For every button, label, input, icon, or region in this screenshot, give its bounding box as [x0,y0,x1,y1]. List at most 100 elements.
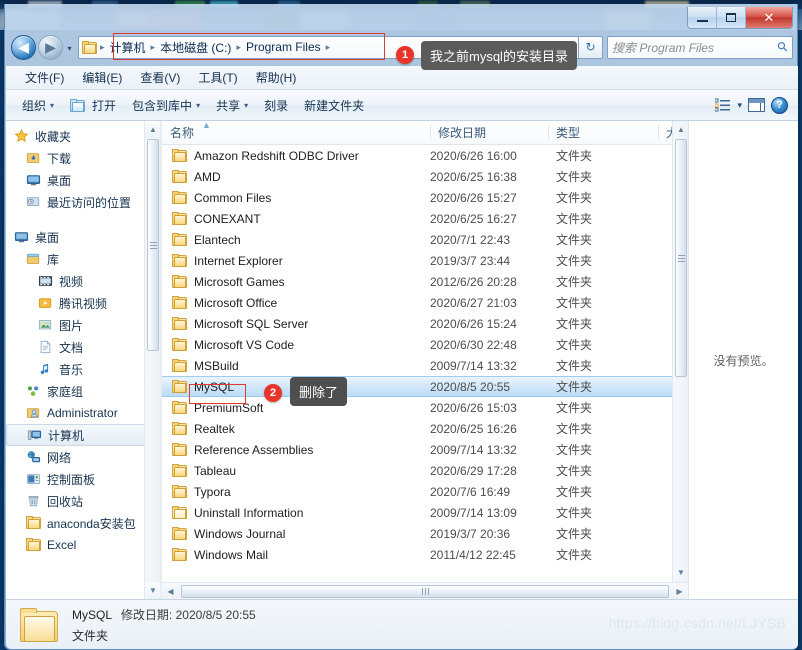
share-button[interactable]: 共享 ▾ [208,94,256,117]
sidebar-item-favorites[interactable]: 收藏夹 [6,125,160,147]
view-list-icon[interactable] [714,98,731,112]
open-button[interactable]: 打开 [62,94,124,117]
scrollbar-thumb[interactable] [675,139,687,377]
file-name: AMD [194,169,221,184]
details-type: 文件夹 [72,628,109,643]
table-row[interactable]: CONEXANT 2020/6/25 16:27 文件夹 [162,208,688,229]
column-header-date[interactable]: 修改日期 [430,121,548,144]
table-row[interactable]: Microsoft Games 2012/6/26 20:28 文件夹 [162,271,688,292]
file-type-cell: 文件夹 [556,191,593,205]
folder-icon [172,506,187,519]
table-row[interactable]: MSBuild 2009/7/14 13:32 文件夹 [162,355,688,376]
sidebar-item-recent-places[interactable]: 最近访问的位置 [6,191,160,213]
sidebar-item-recycle-bin[interactable]: 回收站 [6,490,160,512]
table-row[interactable]: Microsoft Office 2020/6/27 21:03 文件夹 [162,292,688,313]
refresh-button[interactable]: ↻ [579,35,603,59]
menu-item-tools[interactable]: 工具(T) [189,67,246,88]
sidebar-item-desktop[interactable]: 桌面 [6,169,160,191]
file-date-cell: 2020/6/29 17:28 [430,463,517,478]
sidebar-item-tencent-video[interactable]: 腾讯视频 [6,292,160,314]
table-row[interactable]: MySQL 2020/8/5 20:55 文件夹 [162,376,688,397]
table-row[interactable]: Elantech 2020/7/1 22:43 文件夹 [162,229,688,250]
sidebar-item-libraries[interactable]: 库 [6,248,160,270]
scroll-left-icon[interactable]: ◀ [162,583,179,600]
table-row[interactable]: Microsoft VS Code 2020/6/30 22:48 文件夹 [162,334,688,355]
scroll-down-icon[interactable]: ▼ [673,564,688,581]
preview-empty-text: 没有预览。 [713,353,774,368]
file-list-scrollbar[interactable]: ▲ ▼ [672,121,688,599]
sidebar-item-downloads[interactable]: 下载 [6,147,160,169]
column-header-type[interactable]: 类型 [548,121,658,144]
folder-icon [172,443,187,456]
sidebar-item-desktop-root[interactable]: 桌面 [6,226,160,248]
new-folder-button[interactable]: 新建文件夹 [296,94,372,117]
maximize-button[interactable] [717,7,746,28]
scroll-right-icon[interactable]: ▶ [671,583,688,600]
table-row[interactable]: Amazon Redshift ODBC Driver 2020/6/26 16:… [162,145,688,166]
table-row[interactable]: Common Files 2020/6/26 15:27 文件夹 [162,187,688,208]
sidebar-item-anaconda[interactable]: anaconda安装包 [6,512,160,534]
include-in-library-button[interactable]: 包含到库中 ▾ [124,94,208,117]
menu-item-file[interactable]: 文件(F) [16,67,73,88]
table-row[interactable]: Typora 2020/7/6 16:49 文件夹 [162,481,688,502]
breadcrumb-item-computer[interactable]: 计算机 [106,39,150,56]
breadcrumb-item-program-files[interactable]: Program Files [242,40,325,54]
menu-item-help[interactable]: 帮助(H) [247,67,306,88]
navigation-scrollbar[interactable]: ▲ ▼ [144,121,160,599]
sidebar-item-excel[interactable]: Excel [6,534,160,556]
sidebar-item-music[interactable]: 音乐 [6,358,160,380]
horizontal-scrollbar[interactable]: ◀ ▶ [162,582,688,599]
menu-item-view[interactable]: 查看(V) [131,67,189,88]
scrollbar-thumb[interactable] [147,139,159,351]
sidebar-item-documents[interactable]: 文档 [6,336,160,358]
minimize-button[interactable] [688,7,717,28]
table-row[interactable]: Windows Journal 2019/3/7 20:36 文件夹 [162,523,688,544]
breadcrumb-item-local-disk[interactable]: 本地磁盘 (C:) [156,39,235,56]
view-dropdown-icon[interactable]: ▾ [737,100,742,111]
organize-button[interactable]: 组织 ▾ [14,94,62,117]
scroll-up-icon[interactable]: ▲ [145,121,160,138]
table-row[interactable]: Tableau 2020/6/29 17:28 文件夹 [162,460,688,481]
breadcrumb-separator[interactable]: ▸ [325,42,332,53]
sidebar-item-network[interactable]: 网络 [6,446,160,468]
file-name-cell: Microsoft Games [162,275,430,289]
scrollbar-track[interactable] [179,584,671,599]
column-header-name[interactable]: ▲ 名称 [162,121,430,144]
recent-pages-button[interactable]: ▾ [63,42,76,53]
details-pane: MySQL 修改日期: 2020/8/5 20:55 文件夹 https://b… [6,599,798,649]
table-row[interactable]: Realtek 2020/6/25 16:26 文件夹 [162,418,688,439]
sidebar-item-control-panel[interactable]: 控制面板 [6,468,160,490]
table-row[interactable]: Windows Mail 2011/4/12 22:45 文件夹 [162,544,688,565]
table-row[interactable]: Reference Assemblies 2009/7/14 13:32 文件夹 [162,439,688,460]
file-name-cell: CONEXANT [162,212,430,226]
scroll-down-icon[interactable]: ▼ [145,582,160,599]
share-label: 共享 [216,98,241,113]
search-input[interactable]: 搜索 Program Files ⚲ [607,35,793,59]
sidebar-item-pictures[interactable]: 图片 [6,314,160,336]
sidebar-item-label: 视频 [59,274,84,289]
back-button[interactable]: ◀ [11,34,36,60]
file-name: Elantech [194,232,241,247]
sidebar-item-homegroup[interactable]: 家庭组 [6,380,160,402]
sidebar-item-computer[interactable]: 计算机 [6,424,158,446]
table-row[interactable]: Microsoft SQL Server 2020/6/26 15:24 文件夹 [162,313,688,334]
close-button[interactable]: ✕ [746,7,792,28]
table-row[interactable]: Uninstall Information 2009/7/14 13:09 文件夹 [162,502,688,523]
burn-button[interactable]: 刻录 [256,94,296,117]
scrollbar-thumb[interactable] [181,584,669,598]
table-row[interactable]: AMD 2020/6/25 16:38 文件夹 [162,166,688,187]
forward-arrow-icon: ▶ [45,39,56,55]
help-icon[interactable]: ? [771,96,788,114]
scroll-up-icon[interactable]: ▲ [673,121,688,138]
menu-item-edit[interactable]: 编辑(E) [73,67,131,88]
sidebar-item-administrator[interactable]: Administrator [6,402,160,424]
preview-pane-icon[interactable] [748,98,765,112]
table-row[interactable]: PremiumSoft 2020/6/26 15:03 文件夹 [162,397,688,418]
file-name: Microsoft SQL Server [194,316,309,331]
forward-button[interactable]: ▶ [38,34,63,60]
open-label: 打开 [92,98,117,113]
table-row[interactable]: Internet Explorer 2019/3/7 23:44 文件夹 [162,250,688,271]
sidebar-item-label: 桌面 [47,173,72,188]
sidebar-item-videos[interactable]: 视频 [6,270,160,292]
file-name: Microsoft Office [194,295,278,310]
